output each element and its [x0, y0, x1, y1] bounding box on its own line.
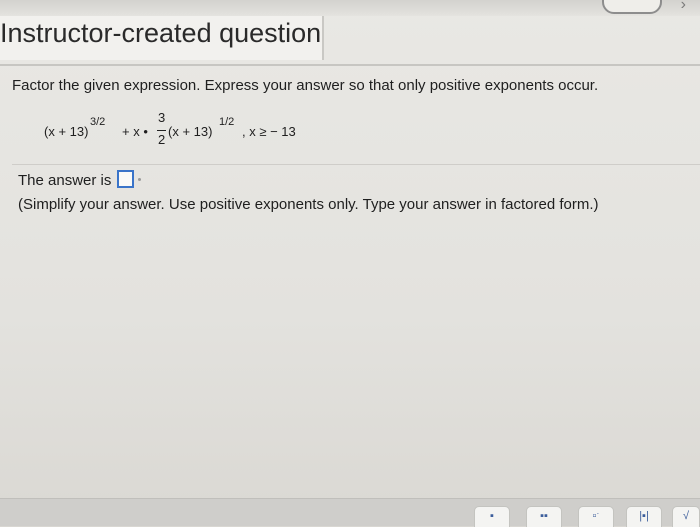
expr-exponent-1: 3/2 — [90, 116, 106, 128]
answer-marker — [138, 178, 141, 181]
math-toolbar: ▪ ▪▪ ▫ˑ |▪| √ — [0, 498, 700, 527]
top-control[interactable] — [602, 0, 662, 14]
page-title: Instructor-created question — [0, 18, 322, 48]
expr-exponent-2: 1/2 — [219, 116, 235, 128]
fraction-icon[interactable]: ▪ — [474, 506, 510, 527]
chevron-right-icon[interactable]: › — [681, 0, 686, 14]
absolute-value-icon[interactable]: |▪| — [626, 506, 662, 527]
fraction-icon-glyph: ▪ — [490, 510, 494, 522]
screen: › Instructor-created question Factor the… — [0, 0, 700, 527]
answer-hint: (Simplify your answer. Use positive expo… — [18, 196, 599, 213]
expr-term-2: (x + 13) — [168, 124, 213, 139]
fraction-denominator: 2 — [158, 132, 166, 147]
answer-input[interactable] — [117, 170, 134, 188]
title-divider — [0, 64, 700, 66]
top-bar: › — [0, 0, 700, 16]
square-root-icon[interactable]: √ — [672, 506, 700, 527]
answer-label: The answer is — [18, 172, 112, 189]
exponent-icon[interactable]: ▫ˑ — [578, 506, 614, 527]
square-root-icon-glyph: √ — [682, 510, 690, 522]
exponent-icon-glyph: ▫ˑ — [592, 510, 600, 522]
question-instruction: Factor the given expression. Express you… — [12, 77, 599, 94]
mixed-number-icon[interactable]: ▪▪ — [526, 506, 562, 527]
expr-condition: , x ≥ − 13 — [242, 124, 296, 139]
fraction-numerator: 3 — [158, 110, 166, 125]
fraction-bar — [157, 130, 166, 131]
absolute-value-icon-glyph: |▪| — [639, 510, 649, 522]
math-expression: (x + 13) 3/2 + x • 3 2 (x + 13) 1/2 , x … — [44, 110, 364, 150]
expr-plus-x: + x • — [122, 124, 148, 139]
mixed-number-icon-glyph: ▪▪ — [540, 510, 548, 522]
expr-term-1: (x + 13) — [44, 124, 89, 139]
section-divider — [12, 164, 700, 165]
